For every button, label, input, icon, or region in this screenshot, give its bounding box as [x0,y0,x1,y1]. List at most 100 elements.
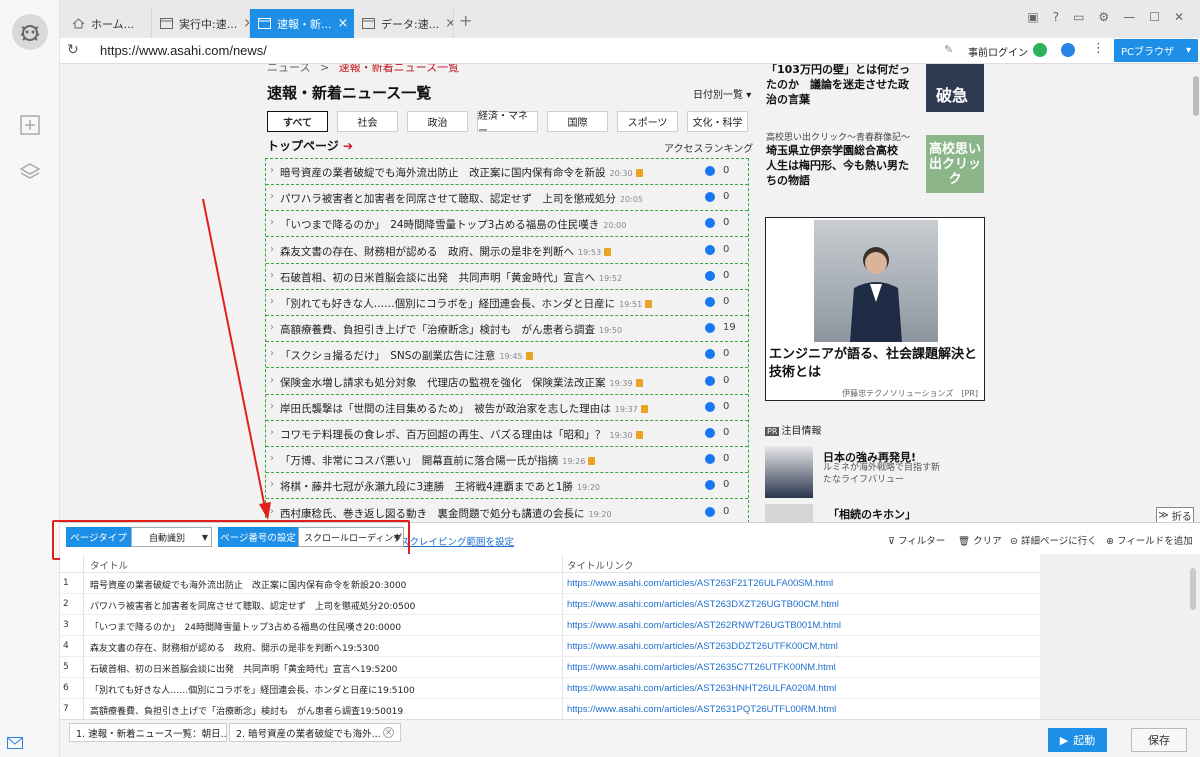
app-logo-icon[interactable] [12,14,48,50]
monitor-icon[interactable]: ▭ [1073,10,1084,24]
news-title[interactable]: 「スクショ撮るだけ」 SNSの副業広告に注意 19:45 [280,348,660,363]
news-row[interactable]: › パワハラ被害者と加害者を同席させて聴取、認定せず 上司を懲戒処分 20:05 0 [266,185,748,212]
news-title[interactable]: 「別れても好きな人……個別にコラボを」経団連会長、ホンダと日産に 19:51 [280,296,660,311]
right-article-2[interactable]: 埼玉県立伊奈学園総合高校 人生は梅円形、今も熱い男たちの物語 [766,143,916,188]
tab-category-world[interactable]: 国際 [547,111,608,132]
news-title[interactable]: 森友文書の存在、財務相が認める 政府、開示の是非を判断へ 19:53 [280,244,660,259]
new-task-icon[interactable] [17,112,43,138]
facebook-icon[interactable] [705,297,715,307]
table-row[interactable]: 7 高額療養費、負担引き上げで「治療断念」検討も がん患者ら調査19:50019 h… [60,699,1040,719]
cell-link[interactable]: https://www.asahi.com/articles/AST2631PQ… [567,704,836,715]
facebook-icon[interactable] [705,506,715,517]
column-header-title[interactable]: タイトル [90,558,128,572]
maximize-icon[interactable]: ☐ [1149,10,1160,24]
cell-link[interactable]: https://www.asahi.com/articles/AST262RNW… [567,620,841,631]
cell-link[interactable]: https://www.asahi.com/articles/AST263DXZ… [567,599,839,610]
facebook-icon[interactable] [705,375,715,386]
right-article-1-image[interactable]: 破急 [926,64,984,112]
facebook-icon[interactable] [705,244,715,255]
fold-button[interactable]: ≫ 折る [1156,507,1194,522]
tab-news-active[interactable]: 速報・新... × [250,9,354,38]
cell-title[interactable]: パワハラ被害者と加害者を同席させて聴取、認定せず 上司を懲戒処分20:0500 [90,599,560,612]
gear-icon[interactable]: ⚙ [1098,10,1109,24]
news-title[interactable]: 西村康稔氏、巻き返し図る動き 裏金問題で処分も講遣の会長に 19:20 [280,506,660,521]
cell-title[interactable]: 森友文書の存在、財務相が認める 政府、開示の是非を判断へ19:5300 [90,641,560,654]
scraping-range-link[interactable]: スクレイピング範囲を設定 [400,534,514,548]
extension-green-icon[interactable] [1033,43,1047,57]
pre-login-button[interactable]: 事前ログイン [968,44,1028,59]
table-row[interactable]: 2 パワハラ被害者と加害者を同席させて聴取、認定せず 上司を懲戒処分20:0500… [60,594,1040,615]
pr-2-title[interactable]: 「相続のキホン」 [828,506,916,522]
browser-mode-select[interactable]: PCブラウザ ▾ [1114,39,1198,62]
date-select[interactable]: 日付別一覧 ▾ [693,86,751,101]
clear-button[interactable]: 🗑 クリア [958,533,1002,547]
cell-title[interactable]: 石破首相、初の日米首脳会談に出発 共同声明「黄金時代」宣言へ19:5200 [90,662,560,675]
cell-title[interactable]: 暗号資産の業者破綻でも海外流出防止 改正案に国内保有命令を新設20:3000 [90,578,560,591]
table-row[interactable]: 3 「いつまで降るのか」 24時間降雪量トップ3占める福島の住民嘆き20:0000… [60,615,1040,636]
cell-link[interactable]: https://www.asahi.com/articles/AST263HNH… [567,683,836,694]
close-icon[interactable]: × [338,16,349,31]
news-title[interactable]: 保険金水増し請求も処分対象 代理店の監視を強化 保険業法改正案 19:39 [280,375,660,390]
news-title[interactable]: 将棋・藤井七冠が永瀬九段に3連勝 王将戦4連覇まであと1勝 19:20 [280,479,660,494]
page-number-select[interactable]: スクロールローディング ▼ [298,527,404,547]
facebook-icon[interactable] [705,349,715,360]
news-row[interactable]: › コワモテ料理長の食レポ、百万回超の再生、バズる理由は「昭和」？ 19:30 0 [266,421,748,447]
facebook-icon[interactable] [705,270,715,281]
tab-home[interactable]: ホーム... [64,9,152,38]
step-tab-2[interactable]: 2. 暗号資産の業者破綻でも海外... × [229,723,401,742]
sponsored-ad[interactable]: エンジニアが語る、社会課題解決と技術とは 伊藤忠テクノソリューションズ [PR] [765,217,985,401]
tab-category-sports[interactable]: スポーツ [617,111,678,132]
tab-category-economy[interactable]: 経済・マネー [477,111,538,137]
facebook-icon[interactable] [705,480,715,491]
news-title[interactable]: 高額療養費、負担引き上げで「治療断念」検討も がん患者ら調査 19:50 [280,322,660,337]
news-row[interactable]: › 将棋・藤井七冠が永瀬九段に3連勝 王将戦4連覇まであと1勝 19:20 0 [266,473,748,500]
news-row[interactable]: › 暗号資産の業者破綻でも海外流出防止 改正案に国内保有命令を新設 20:30 0 [266,159,748,185]
news-title[interactable]: コワモテ料理長の食レポ、百万回超の再生、バズる理由は「昭和」？ 19:30 [280,427,660,442]
table-row[interactable]: 5 石破首相、初の日米首脳会談に出発 共同声明「黄金時代」宣言へ19:5200 ht… [60,657,1040,678]
news-title[interactable]: 「万博、非常にコスパ悪い」 開幕直前に落合陽一氏が指摘 19:26 [280,453,660,468]
goto-detail-button[interactable]: ⊝ 詳細ページに行く [1010,533,1097,547]
news-row[interactable]: › 高額療養費、負担引き上げで「治療断念」検討も がん患者ら調査 19:50 19 [266,316,748,343]
table-row[interactable]: 1 暗号資産の業者破綻でも海外流出防止 改正案に国内保有命令を新設20:3000 h… [60,573,1040,594]
tab-category-culture[interactable]: 文化・科学 [687,111,748,132]
run-button[interactable]: ▶ 起動 [1048,728,1107,752]
right-article-2-series[interactable]: 高校思い出クリック〜青春群像記〜 [766,130,910,143]
tab-running[interactable]: 実行中:速... × [152,9,250,38]
news-row[interactable]: › 「いつまで降るのか」 24時間降雪量トップ3占める福島の住民嘆き 20:00 0 [266,211,748,238]
gift-icon[interactable]: ▣ [1027,10,1038,24]
news-row[interactable]: › 森友文書の存在、財務相が認める 政府、開示の是非を判断へ 19:53 0 [266,238,748,264]
save-button[interactable]: 保存 [1131,728,1187,752]
news-row[interactable]: › 「スクショ撮るだけ」 SNSの副業広告に注意 19:45 0 [266,342,748,369]
news-title[interactable]: 「いつまで降るのか」 24時間降雪量トップ3占める福島の住民嘆き 20:00 [280,217,660,232]
pr-1-image[interactable] [765,446,813,498]
breadcrumb-item[interactable]: ニュース [267,64,310,74]
news-row[interactable]: › 西村康稔氏、巻き返し図る動き 裏金問題で処分も講遣の会長に 19:20 0 [266,500,748,522]
new-tab-icon[interactable]: + [459,11,472,30]
facebook-icon[interactable] [705,428,715,438]
add-field-button[interactable]: ⊕ フィールドを追加 [1106,533,1193,547]
layers-icon[interactable] [17,159,43,185]
news-row[interactable]: › 「別れても好きな人……個別にコラボを」経団連会長、ホンダと日産に 19:51 0 [266,290,748,316]
right-article-2-image[interactable]: 高校思い出クリック [926,135,984,193]
news-row[interactable]: › 岸田氏襲撃は「世間の注目集めるため」 被告が政治家を志した理由は 19:37 0 [266,395,748,421]
tab-data[interactable]: データ:速... × [354,9,454,38]
cell-title[interactable]: 高額療養費、負担引き上げで「治療断念」検討も がん患者ら調査19:50019 [90,704,560,717]
right-article-1[interactable]: 「103万円の壁」とは何だったのか 議論を迷走させた政治の言葉 [766,64,916,107]
news-title[interactable]: 岸田氏襲撃は「世間の注目集めるため」 被告が政治家を志した理由は 19:37 [280,401,660,416]
top-page-heading[interactable]: トップページ ➔ [267,137,353,154]
news-title[interactable]: 暗号資産の業者破綻でも海外流出防止 改正案に国内保有命令を新設 20:30 [280,165,660,180]
filter-button[interactable]: ⊽ フィルター [888,533,945,547]
help-icon[interactable]: ? [1053,10,1059,24]
news-title[interactable]: 石破首相、初の日米首脳会談に出発 共同声明「黄金時代」宣言へ 19:52 [280,270,660,285]
facebook-icon[interactable] [705,166,715,176]
more-icon[interactable]: ⋮ [1092,41,1105,56]
news-row[interactable]: › 石破首相、初の日米首脳会談に出発 共同声明「黄金時代」宣言へ 19:52 0 [266,264,748,290]
cell-title[interactable]: 「別れても好きな人……個別にコラボを」経団連会長、ホンダと日産に19:5100 [90,683,560,696]
column-header-link[interactable]: タイトルリンク [567,558,634,572]
mail-icon[interactable] [7,737,23,751]
cell-link[interactable]: https://www.asahi.com/articles/AST263F21… [567,578,833,589]
minimize-icon[interactable]: — [1123,10,1135,24]
facebook-icon[interactable] [705,401,715,412]
step-tab-1[interactable]: 1. 速報・新着ニュース一覧：朝日... [69,723,227,742]
facebook-icon[interactable] [705,218,715,229]
